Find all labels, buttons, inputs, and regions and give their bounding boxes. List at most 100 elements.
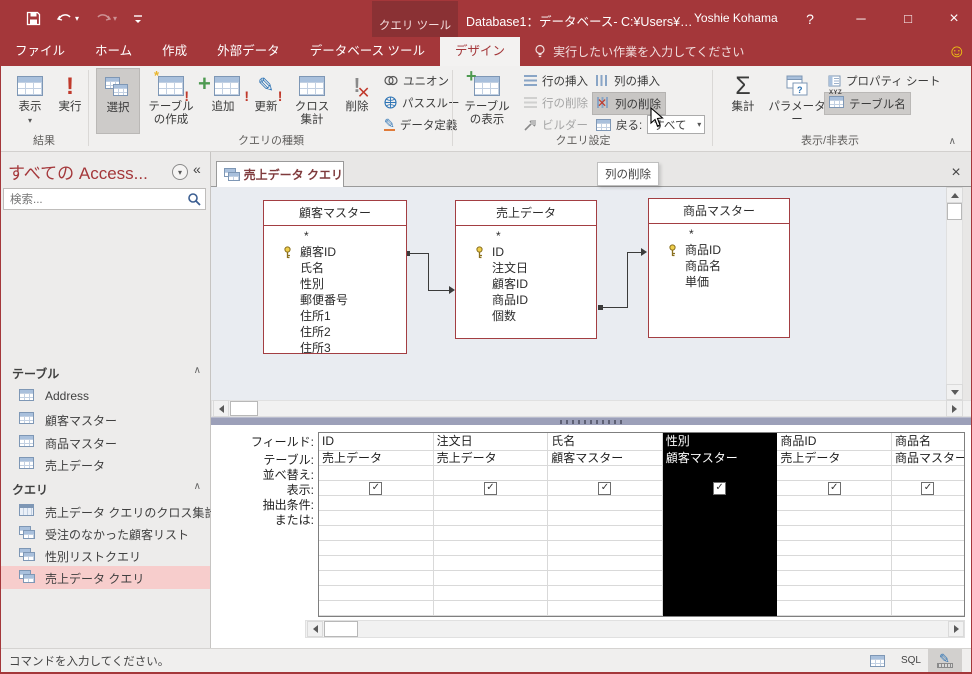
redo-dropdown-icon[interactable]: ▾ — [113, 14, 117, 23]
show-cell[interactable]: ✓ — [777, 481, 891, 496]
tab-home[interactable]: ホーム — [80, 37, 147, 66]
datasheet-view-button[interactable] — [860, 649, 894, 672]
empty-rows[interactable] — [433, 526, 548, 616]
select-query-button[interactable]: 選択 — [96, 68, 140, 134]
table-cell[interactable]: 商品マスター — [891, 451, 964, 466]
diagram-hscrollbar[interactable] — [211, 400, 972, 417]
table-title[interactable]: 商品マスター — [649, 199, 789, 224]
close-document-icon[interactable]: × — [946, 163, 966, 183]
delete-query-button[interactable]: ! ✕ 削除 — [338, 68, 376, 134]
table-cell[interactable]: 売上データ — [433, 451, 548, 466]
field-row[interactable]: 個数 — [456, 308, 596, 324]
design-view-button[interactable]: ✎ — [928, 649, 962, 672]
customize-qat-button[interactable] — [133, 13, 143, 25]
scroll-right-button[interactable] — [948, 621, 964, 637]
or-cell[interactable] — [433, 511, 548, 526]
field-cell[interactable]: 注文日 — [433, 433, 548, 451]
sort-cell[interactable] — [319, 466, 433, 481]
show-cell[interactable]: ✓ — [662, 481, 777, 496]
close-button[interactable]: × — [936, 0, 972, 37]
table-title[interactable]: 売上データ — [456, 201, 596, 226]
make-table-button[interactable]: * ! テーブルの作成 — [142, 68, 200, 134]
field-cell[interactable]: 商品ID — [777, 433, 891, 451]
or-cell[interactable] — [777, 511, 891, 526]
sort-cell[interactable] — [433, 466, 548, 481]
nav-search[interactable] — [3, 188, 206, 210]
run-button[interactable]: ! 実行 — [52, 68, 88, 134]
nav-group-queries[interactable]: クエリ ∧ — [0, 478, 210, 500]
empty-rows[interactable] — [548, 526, 662, 616]
hscroll-thumb[interactable] — [230, 401, 258, 416]
pass-through-query-button[interactable]: パススルー — [380, 92, 464, 113]
or-cell[interactable] — [319, 511, 433, 526]
field-row[interactable]: 郵便番号 — [264, 292, 406, 308]
empty-rows[interactable] — [662, 526, 777, 616]
nav-menu-icon[interactable]: ▾ — [172, 164, 188, 180]
vscroll-thumb[interactable] — [947, 203, 962, 220]
union-query-button[interactable]: ユニオン — [380, 70, 453, 91]
field-row[interactable]: 顧客ID — [264, 244, 406, 260]
field-row[interactable]: 商品名 — [649, 258, 789, 274]
field-row[interactable]: 注文日 — [456, 260, 596, 276]
feedback-smiley-icon[interactable]: ☺ — [948, 37, 966, 66]
nav-item-no-order-customers-query[interactable]: 受注のなかった顧客リスト — [0, 522, 210, 544]
sort-cell[interactable] — [891, 466, 964, 481]
join-line[interactable] — [627, 252, 642, 253]
field-row[interactable]: 住所3 — [264, 340, 406, 356]
show-checkbox[interactable]: ✓ — [827, 481, 841, 495]
table-cell[interactable]: 顧客マスター — [662, 451, 777, 466]
field-row[interactable]: 単価 — [649, 274, 789, 290]
nav-item-gender-list-query[interactable]: 性別リストクエリ — [0, 544, 210, 566]
shutter-bar-close-icon[interactable]: « — [193, 161, 201, 177]
sql-view-button[interactable]: SQL — [894, 649, 928, 672]
field-row[interactable]: ID — [456, 244, 596, 260]
undo-dropdown-icon[interactable]: ▾ — [75, 14, 79, 23]
or-cell[interactable] — [662, 511, 777, 526]
nav-item-sales-data-query[interactable]: 売上データ クエリ — [0, 566, 210, 589]
field-row[interactable]: * — [456, 228, 596, 244]
tab-file[interactable]: ファイル — [0, 37, 80, 66]
show-checkbox[interactable]: ✓ — [483, 481, 497, 495]
empty-rows[interactable] — [891, 526, 964, 616]
search-input[interactable] — [8, 190, 190, 210]
diagram-table-product-master[interactable]: 商品マスター * 商品ID 商品名 単価 — [648, 198, 790, 338]
show-checkbox[interactable]: ✓ — [369, 481, 383, 495]
crosstab-query-button[interactable]: クロス集計 — [288, 68, 336, 134]
scroll-left-button[interactable] — [213, 400, 229, 417]
criteria-cell[interactable] — [777, 496, 891, 511]
diagram-table-customer-master[interactable]: 顧客マスター * 顧客ID 氏名 性別 郵便番号 住所1 住所2 住所3 — [263, 200, 407, 356]
help-button[interactable]: ? — [795, 0, 825, 37]
join-line[interactable] — [428, 290, 449, 291]
scroll-left-button[interactable] — [307, 621, 323, 637]
collapse-ribbon-icon[interactable]: ∧ — [949, 136, 956, 147]
table-cell[interactable]: 売上データ — [319, 451, 433, 466]
field-row[interactable]: 商品ID — [456, 292, 596, 308]
redo-button[interactable]: ▾ — [95, 12, 117, 26]
table-title[interactable]: 顧客マスター — [264, 201, 406, 226]
sort-cell[interactable] — [777, 466, 891, 481]
grid-hscrollbar[interactable] — [305, 620, 965, 638]
field-row[interactable]: * — [264, 228, 406, 244]
join-line[interactable] — [600, 307, 627, 308]
tab-database-tools[interactable]: データベース ツール — [295, 37, 440, 66]
totals-button[interactable]: Σ 集計 — [724, 68, 762, 134]
undo-button[interactable]: ▾ — [57, 12, 79, 26]
criteria-cell[interactable] — [548, 496, 662, 511]
delete-rows-button[interactable]: 行の削除 — [520, 92, 592, 113]
nav-group-tables[interactable]: テーブル ∧ — [0, 362, 210, 384]
join-line[interactable] — [627, 252, 628, 308]
show-cell[interactable]: ✓ — [319, 481, 433, 496]
join-line[interactable] — [407, 253, 429, 254]
property-sheet-button[interactable]: プロパティ シート — [824, 70, 945, 91]
parameters-button[interactable]: ? パラメーター — [766, 68, 828, 134]
show-cell[interactable]: ✓ — [891, 481, 964, 496]
field-cell[interactable]: 性別 — [662, 433, 777, 451]
scroll-up-button[interactable] — [946, 187, 963, 203]
nav-item-crosstab-query[interactable]: 売上データ クエリのクロス集計 — [0, 500, 216, 522]
table-cell[interactable]: 顧客マスター — [548, 451, 662, 466]
show-cell[interactable]: ✓ — [433, 481, 548, 496]
tab-create[interactable]: 作成 — [147, 37, 202, 66]
scroll-down-button[interactable] — [946, 384, 963, 400]
show-cell[interactable]: ✓ — [548, 481, 662, 496]
save-button[interactable] — [26, 11, 41, 26]
